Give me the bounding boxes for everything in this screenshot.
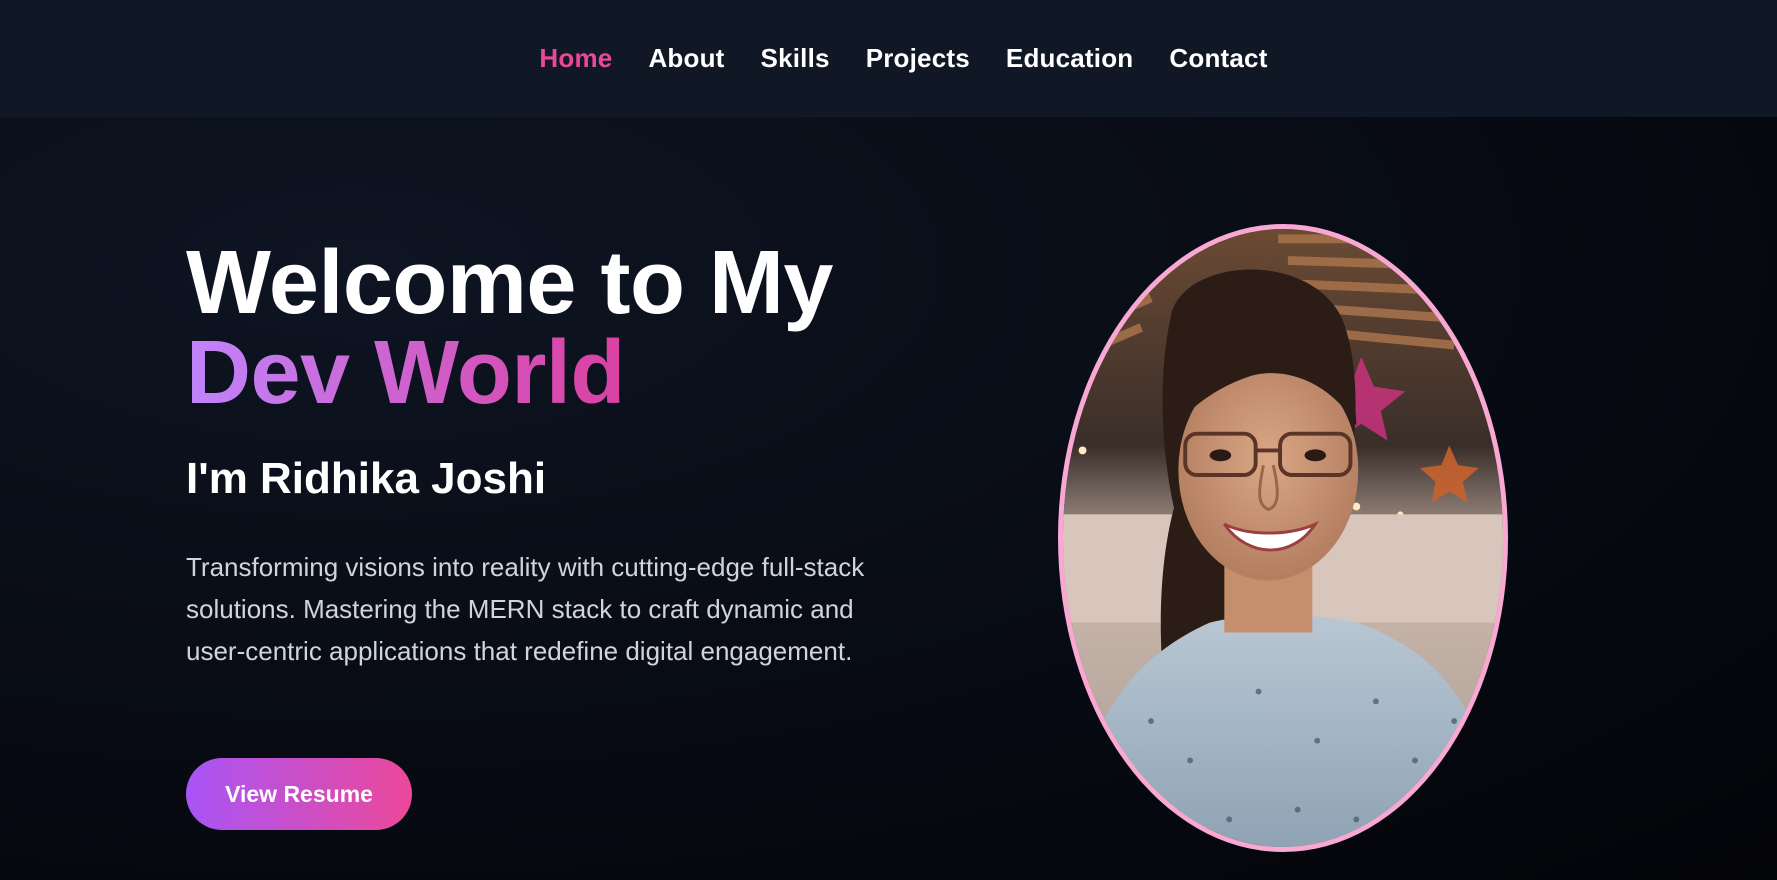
nav-link-home[interactable]: Home xyxy=(539,43,612,74)
profile-photo-illustration xyxy=(1063,229,1503,847)
nav-link-education[interactable]: Education xyxy=(1006,43,1133,74)
hero-section: Welcome to My Dev World I'm Ridhika Josh… xyxy=(186,238,906,672)
nav-link-projects[interactable]: Projects xyxy=(866,43,970,74)
profile-photo xyxy=(1058,224,1508,852)
hero-headline: Welcome to My Dev World xyxy=(186,238,906,418)
headline-line-2-gradient: Dev World xyxy=(186,328,906,418)
navbar: Home About Skills Projects Education Con… xyxy=(0,0,1777,117)
nav-link-about[interactable]: About xyxy=(648,43,724,74)
hero-subtitle: I'm Ridhika Joshi xyxy=(186,454,547,503)
nav-link-skills[interactable]: Skills xyxy=(761,43,830,74)
headline-line-1: Welcome to My xyxy=(186,233,833,333)
nav-links: Home About Skills Projects Education Con… xyxy=(509,43,1267,74)
view-resume-button[interactable]: View Resume xyxy=(186,758,412,830)
nav-link-contact[interactable]: Contact xyxy=(1169,43,1267,74)
hero-description: Transforming visions into reality with c… xyxy=(186,552,865,666)
